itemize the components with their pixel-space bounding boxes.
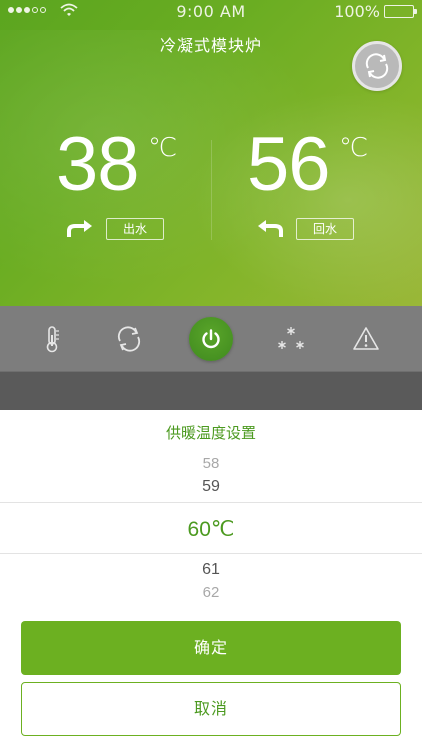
battery-indicator: 100% [334,2,417,21]
warning-icon [353,327,379,350]
return-arrow-icon [258,220,283,237]
picker-option[interactable]: 62 [0,584,422,601]
confirm-button[interactable]: 确定 [21,621,401,675]
thermometer-button[interactable] [37,324,67,354]
cancel-button[interactable]: 取消 [21,682,401,736]
refresh-button[interactable] [352,41,402,91]
picker-option[interactable]: 61 [0,561,422,579]
outlet-arrow-icon [67,220,92,237]
status-bar: 9:00 AM 100% [0,0,422,22]
cycle-button[interactable] [114,324,144,354]
snowflake-icon [278,327,304,349]
picker-option[interactable]: 59 [0,478,422,496]
return-label: 回水 [296,218,354,240]
heating-temperature-sheet: 供暖温度设置 58 59 60℃ 61 62 确定 取消 [0,410,422,750]
alarm-button[interactable] [351,324,381,354]
function-toolbar [0,306,422,372]
thermometer-icon [46,326,59,353]
sheet-title: 供暖温度设置 [165,424,256,442]
snowflake-button[interactable] [275,324,307,354]
modal-backdrop[interactable] [0,372,422,410]
picker-selected-option[interactable]: 60℃ [0,517,422,542]
picker-option[interactable]: 58 [0,455,422,472]
power-button[interactable] [189,317,233,361]
refresh-icon [365,53,389,79]
picker-top-line [0,502,422,503]
return-temperature-unit: ℃ [339,133,369,163]
outlet-label: 出水 [106,218,164,240]
return-temperature-value: 56 [247,122,331,207]
battery-percent: 100% [334,2,380,21]
outlet-temperature-value: 38 [56,122,140,207]
outlet-temperature-unit: ℃ [148,133,178,163]
battery-icon [384,5,417,18]
power-icon [202,329,220,349]
cycle-icon [117,326,141,352]
picker-bottom-line [0,553,422,554]
